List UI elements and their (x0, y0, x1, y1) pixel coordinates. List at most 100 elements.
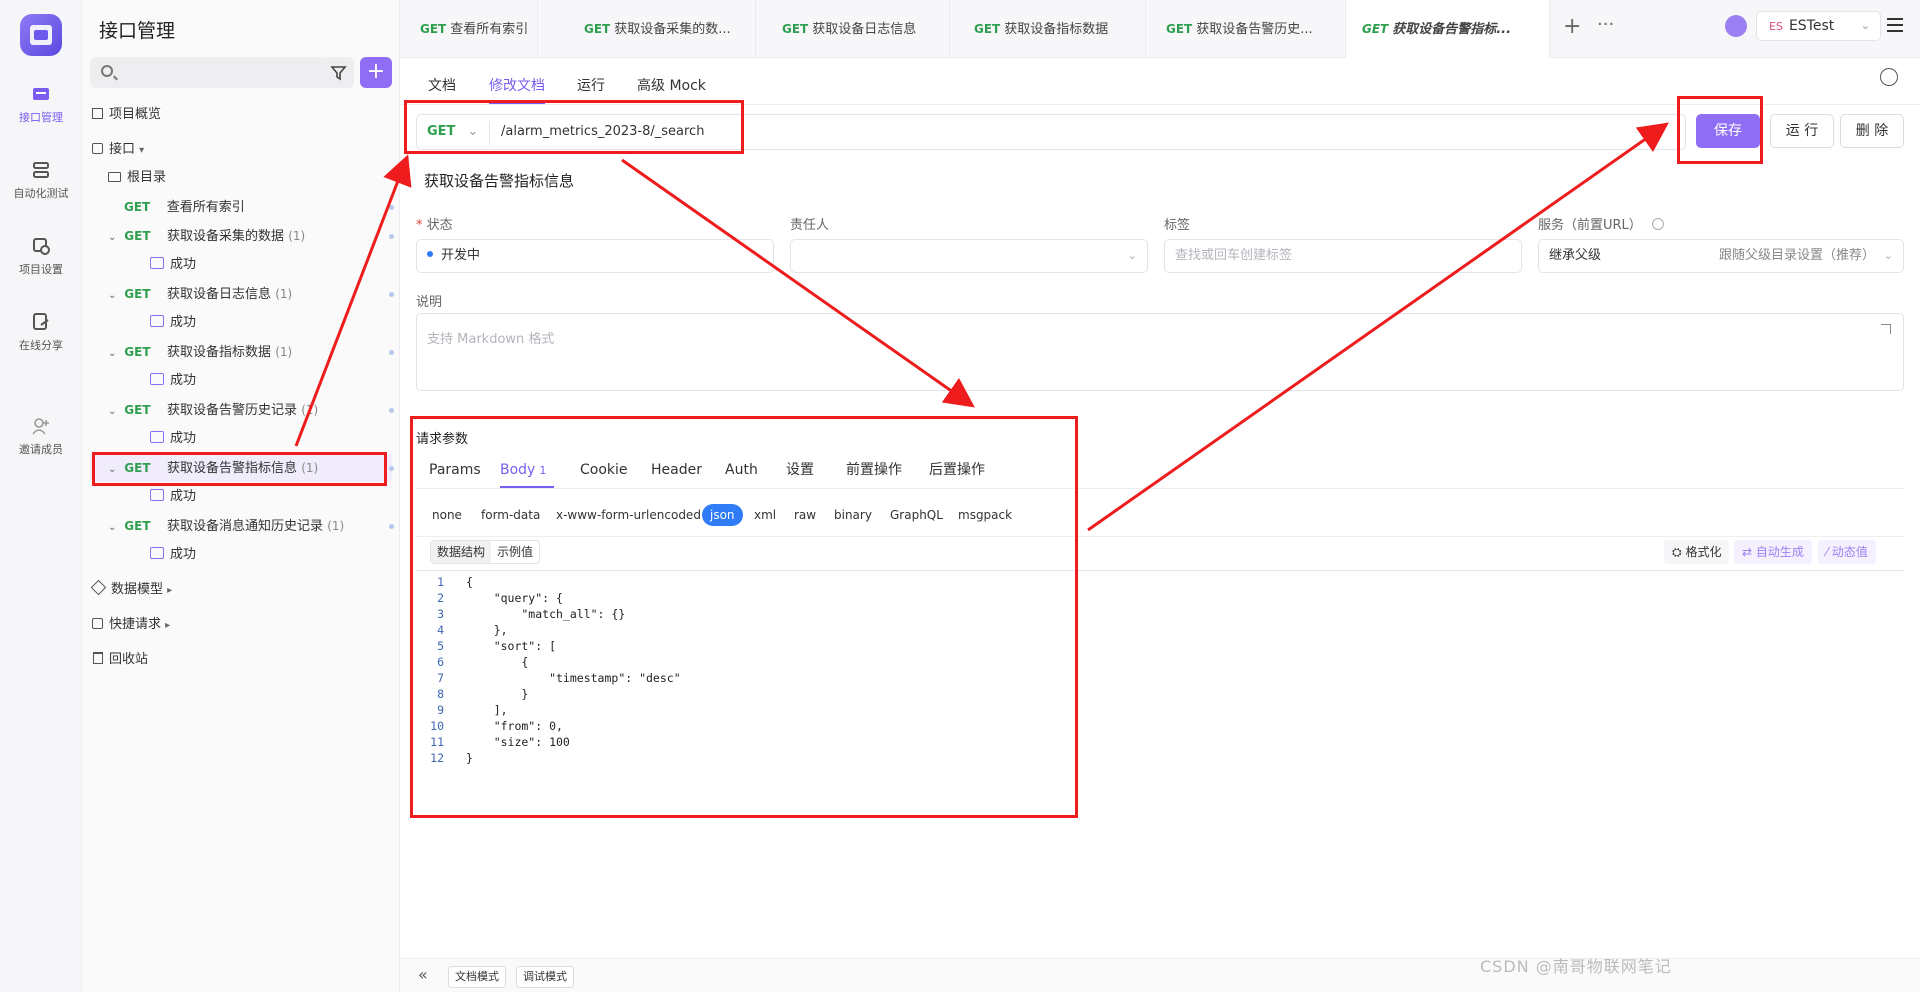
tags-input[interactable]: 查找或回车创建标签 (1164, 239, 1522, 273)
tab-item[interactable]: GET 获取设备指标数据 (954, 0, 1146, 58)
segment-schema[interactable]: 数据结构 (431, 541, 492, 563)
new-tab-button[interactable]: + (1563, 14, 1581, 39)
sidebar-item[interactable]: ⌄ GET 获取设备采集的数据 (1) (90, 222, 394, 250)
tab-item[interactable]: GET 查看所有索引 (400, 0, 538, 58)
chevron-down-icon: ⌄ (108, 406, 117, 417)
line-number: 10 (430, 719, 444, 733)
rail-online-share[interactable]: 在线分享 (0, 312, 82, 353)
footer-bar: « 文档模式 调试模式 (400, 958, 1920, 992)
run-button[interactable]: 运 行 (1770, 114, 1834, 148)
sidebar-response[interactable]: 成功 (90, 309, 392, 337)
tab-auth[interactable]: Auth (725, 452, 758, 488)
sidebar-recycle-bin[interactable]: 回收站 (90, 646, 392, 674)
sidebar-overview[interactable]: 项目概览 (90, 101, 392, 129)
caret-right-icon: ▸ (167, 585, 173, 596)
method-select[interactable]: GET ⌄ (427, 115, 478, 149)
menu-icon[interactable] (1887, 18, 1903, 32)
line-number: 6 (437, 655, 444, 669)
tab-item[interactable]: GET 获取设备日志信息 (762, 0, 950, 58)
subtab-doc[interactable]: 文档 (428, 68, 456, 104)
search-input[interactable] (90, 57, 328, 88)
subtab-edit-doc[interactable]: 修改文档 (489, 68, 545, 104)
help-icon (1651, 218, 1664, 230)
doc-mode-button[interactable]: 文档模式 (448, 966, 506, 988)
chevron-down-icon: ⌄ (108, 464, 117, 475)
json-editor[interactable]: 1 2 3 4 5 6 7 8 9 10 11 12 { "query": { … (416, 570, 1904, 876)
tab-settings[interactable]: 设置 (786, 452, 814, 488)
body-type-none[interactable]: none (432, 504, 462, 526)
body-type-form-data[interactable]: form-data (481, 504, 540, 526)
sidebar-item[interactable]: ⌄ GET 获取设备告警历史记录 (1) (90, 396, 394, 424)
url-bar[interactable]: GET ⌄ /alarm_metrics_2023-8/_search (416, 114, 1686, 150)
description-label: 说明 (416, 295, 443, 310)
status-select[interactable]: 开发中 (416, 239, 774, 273)
expand-icon[interactable] (1881, 324, 1891, 334)
tab-item-active[interactable]: GET 获取设备告警指标... (1346, 0, 1550, 58)
save-button[interactable]: 保存 (1696, 114, 1760, 148)
sidebar-item[interactable]: ⌄ GET 获取设备指标数据 (1) (90, 338, 394, 366)
service-select[interactable]: 继承父级 跟随父级目录设置（推荐） ⌄ (1538, 239, 1904, 273)
rail-api-management[interactable]: 接口管理 (0, 84, 82, 125)
sidebar-response[interactable]: 成功 (90, 483, 392, 511)
debug-mode-button[interactable]: 调试模式 (516, 966, 574, 988)
tab-item[interactable]: GET 获取设备告警历史... (1146, 0, 1346, 58)
owner-select[interactable]: ⌄ (790, 239, 1148, 273)
description-input[interactable]: 支持 Markdown 格式 (416, 313, 1904, 391)
subtab-mock[interactable]: 高级 Mock (637, 68, 706, 104)
tab-post-action[interactable]: 后置操作 (929, 452, 985, 488)
collapse-sidebar-button[interactable]: « (418, 965, 428, 984)
watermark: CSDN @南哥物联网笔记 (1480, 957, 1672, 976)
response-icon (150, 373, 164, 385)
format-button[interactable]: ⛭ 格式化 (1664, 540, 1730, 564)
body-type-xml[interactable]: xml (754, 504, 776, 526)
segment-example[interactable]: 示例值 (491, 541, 539, 563)
overview-icon (92, 108, 103, 119)
body-type-binary[interactable]: binary (834, 504, 872, 526)
rail-project-settings[interactable]: 项目设置 (0, 236, 82, 277)
sidebar-item[interactable]: GET 查看所有索引 (90, 193, 394, 221)
url-input[interactable]: /alarm_metrics_2023-8/_search (501, 115, 704, 149)
sidebar-response[interactable]: 成功 (90, 251, 392, 279)
sidebar-response[interactable]: 成功 (90, 425, 392, 453)
tab-header[interactable]: Header (651, 452, 702, 488)
auto-generate-button[interactable]: ⇄ 自动生成 (1734, 540, 1812, 564)
project-select[interactable]: ES ESTest ⌄ (1756, 11, 1881, 41)
body-type-raw[interactable]: raw (794, 504, 816, 526)
body-type-json[interactable]: json (702, 504, 743, 526)
body-type-urlencoded[interactable]: x-www-form-urlencoded (556, 504, 701, 526)
tab-body[interactable]: Body 1 (500, 452, 555, 488)
dynamic-value-button[interactable]: ⁄ 动态值 (1818, 540, 1876, 564)
sidebar-response[interactable]: 成功 (90, 541, 392, 569)
sidebar-api-group[interactable]: 接口 ▾ (90, 136, 392, 164)
tab-pre-action[interactable]: 前置操作 (846, 452, 902, 488)
body-type-graphql[interactable]: GraphQL (890, 504, 943, 526)
app-logo (20, 14, 62, 56)
sidebar-response[interactable]: 成功 (90, 367, 392, 395)
add-button[interactable]: + (360, 57, 392, 88)
status-dot (389, 292, 394, 297)
subtab-run[interactable]: 运行 (577, 68, 605, 104)
line-number: 4 (437, 623, 444, 637)
sidebar-data-model[interactable]: 数据模型 ▸ (90, 576, 392, 604)
history-icon[interactable] (1880, 68, 1898, 86)
sidebar-root-folder[interactable]: 根目录 (90, 164, 392, 192)
filter-button[interactable] (323, 57, 354, 88)
body-type-msgpack[interactable]: msgpack (958, 504, 1012, 526)
chevron-down-icon: ⌄ (1883, 249, 1893, 262)
tab-more-button[interactable]: ··· (1597, 14, 1614, 35)
line-number: 5 (437, 639, 444, 653)
sidebar-item-selected[interactable]: ⌄ GET 获取设备告警指标信息 (1) (90, 454, 394, 482)
sidebar-item[interactable]: ⌄ GET 获取设备日志信息 (1) (90, 280, 394, 308)
rail-invite-member[interactable]: 邀请成员 (0, 416, 82, 457)
code-line: }, (466, 623, 508, 637)
sync-icon[interactable] (1725, 15, 1747, 37)
tab-cookie[interactable]: Cookie (580, 452, 628, 488)
rail-automation[interactable]: 自动化测试 (0, 160, 82, 201)
service-label: 服务（前置URL） (1538, 214, 1664, 233)
tab-params[interactable]: Params (429, 452, 481, 488)
sidebar-quick-request[interactable]: 快捷请求 ▸ (90, 611, 392, 639)
tab-item[interactable]: GET 获取设备采集的数... (564, 0, 756, 58)
delete-button[interactable]: 删 除 (1840, 114, 1904, 148)
sidebar-item[interactable]: ⌄ GET 获取设备消息通知历史记录 (1) (90, 512, 394, 540)
api-name[interactable]: 获取设备告警指标信息 (424, 170, 574, 191)
